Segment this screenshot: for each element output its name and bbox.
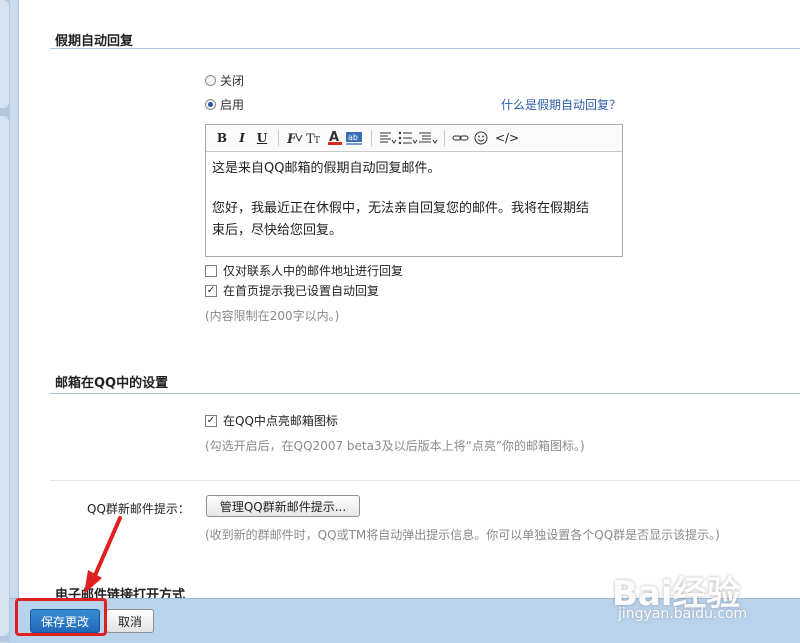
underline-button[interactable]: U — [252, 128, 272, 148]
radio-on[interactable] — [205, 99, 216, 110]
light-icon-checkbox[interactable]: ✓ — [205, 414, 217, 427]
baidu-watermark-url: jingyan.baidu.com — [618, 606, 748, 622]
toolbar-separator — [444, 130, 445, 146]
row-divider — [50, 480, 800, 481]
font-color-icon[interactable]: A — [325, 128, 345, 148]
highlight-box — [15, 598, 107, 636]
contacts-only-row[interactable]: 仅对联系人中的邮件地址进行回复 — [205, 262, 403, 279]
section-title-qq: 邮箱在QQ中的设置 — [55, 376, 169, 391]
link-icon[interactable] — [451, 128, 471, 148]
editor-line: 这是来自QQ邮箱的假期自动回复邮件。 — [212, 161, 441, 176]
light-icon-row[interactable]: ✓ 在QQ中点亮邮箱图标 — [205, 412, 338, 429]
font-family-icon[interactable]: F — [285, 128, 305, 148]
svg-text:F: F — [286, 132, 297, 145]
homepage-notice-row[interactable]: ✓ 在首页提示我已设置自动回复 — [205, 282, 379, 299]
help-link[interactable]: 什么是假期自动回复？ — [501, 96, 621, 113]
svg-text:T: T — [314, 136, 320, 145]
limit-hint: (内容限制在200字以内。) — [205, 309, 340, 323]
toolbar-separator — [371, 130, 372, 146]
left-rail-tab[interactable] — [0, 116, 9, 636]
editor-line: 您好，我最近正在休假中，无法亲自回复您的邮件。我将在假期结 — [212, 201, 590, 216]
radio-on-row[interactable]: 启用 — [205, 96, 244, 113]
section-title-vacation: 假期自动回复 — [55, 34, 134, 49]
background-color-icon[interactable]: ab — [345, 128, 365, 148]
font-size-icon[interactable]: TT — [305, 128, 325, 148]
homepage-notice-checkbox[interactable]: ✓ — [205, 284, 217, 297]
settings-panel: 假期自动回复 关闭 启用 什么是假期自动回复？ B I U F TT A ab — [18, 0, 800, 642]
reply-editor[interactable]: B I U F TT A ab </> 这是来自QQ邮箱的假期自动回复邮件。 您… — [205, 124, 623, 257]
italic-button[interactable]: I — [232, 128, 252, 148]
section-divider — [50, 48, 800, 49]
align-icon[interactable] — [378, 128, 398, 148]
source-code-button[interactable]: </> — [495, 128, 519, 148]
group-notice-hint: (收到新的群邮件时，QQ或TM将自动弹出提示信息。你可以单独设置各个QQ群是否显… — [205, 528, 720, 542]
emoticon-icon[interactable] — [471, 128, 491, 148]
editor-toolbar: B I U F TT A ab </> — [206, 125, 622, 152]
light-icon-hint: (勾选开启后，在QQ2007 beta3及以后版本上将“点亮”你的邮箱图标。) — [205, 439, 585, 453]
indent-icon[interactable] — [418, 128, 438, 148]
radio-off[interactable] — [205, 75, 216, 86]
contacts-only-label: 仅对联系人中的邮件地址进行回复 — [223, 264, 404, 278]
homepage-notice-label: 在首页提示我已设置自动回复 — [223, 284, 380, 298]
radio-on-label: 启用 — [220, 98, 245, 112]
contacts-only-checkbox[interactable] — [205, 264, 217, 277]
bullet-list-icon[interactable] — [398, 128, 418, 148]
group-notice-label: QQ群新邮件提示： — [87, 502, 190, 516]
manage-group-notice-button[interactable]: 管理QQ群新邮件提示... — [206, 495, 360, 517]
editor-content[interactable]: 这是来自QQ邮箱的假期自动回复邮件。 您好，我最近正在休假中，无法亲自回复您的邮… — [206, 152, 622, 248]
left-rail — [0, 0, 10, 642]
svg-text:ab: ab — [348, 133, 358, 142]
section-divider — [50, 393, 800, 394]
cancel-button[interactable]: 取消 — [106, 609, 154, 633]
light-icon-label: 在QQ中点亮邮箱图标 — [223, 414, 338, 428]
left-rail-tab[interactable] — [0, 0, 9, 108]
toolbar-separator — [278, 130, 279, 146]
radio-off-row[interactable]: 关闭 — [205, 72, 244, 89]
radio-off-label: 关闭 — [220, 74, 245, 88]
editor-line: 束后，尽快给您回复。 — [212, 223, 343, 238]
bold-button[interactable]: B — [212, 128, 232, 148]
